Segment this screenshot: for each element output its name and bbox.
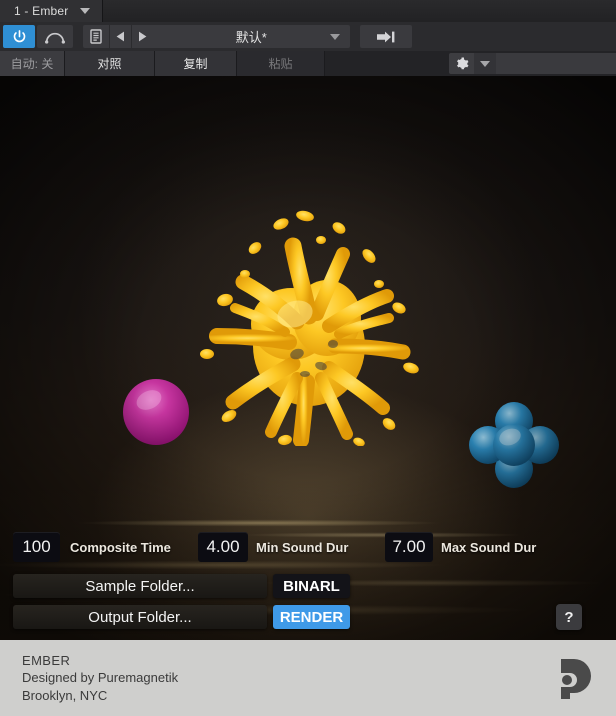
- output-folder-button[interactable]: Output Folder...: [13, 605, 267, 629]
- toolbar-gap: [73, 22, 83, 51]
- next-arrow-icon: [139, 31, 147, 42]
- next-preset-button[interactable]: [131, 25, 153, 48]
- designer-credit: Designed by Puremagnetik: [22, 670, 179, 686]
- gear-icon: [456, 57, 468, 69]
- min-sound-dur-label: Min Sound Dur: [256, 539, 349, 555]
- min-sound-dur-value[interactable]: 4.00: [198, 532, 248, 562]
- toolbar-bottom-spacer: [325, 51, 449, 76]
- render-button[interactable]: RENDER: [273, 605, 350, 629]
- chevron-down-icon: [480, 60, 490, 67]
- composite-time-value[interactable]: 100: [13, 532, 60, 562]
- skip-to-end-button[interactable]: [359, 25, 412, 48]
- plugin-instance-tab[interactable]: 1 - Ember: [0, 0, 104, 22]
- plugin-window: 1 - Ember 默认* 自动: 关 对照 复制 粘贴 100 Composi…: [0, 0, 616, 716]
- gear-button[interactable]: [449, 53, 474, 74]
- settings-menu[interactable]: [449, 53, 616, 74]
- max-sound-dur-label: Max Sound Dur: [441, 539, 537, 555]
- preset-name: 默认*: [235, 30, 267, 45]
- blue-cross-artwork: [469, 402, 559, 488]
- power-icon: [13, 30, 25, 43]
- power-button[interactable]: [3, 25, 35, 48]
- footer-bar: EMBER Designed by Puremagnetik Brooklyn,…: [0, 640, 616, 716]
- compare-button[interactable]: 对照: [65, 51, 155, 76]
- puremagnetik-logo-icon: [561, 659, 591, 699]
- skip-to-end-icon: [377, 31, 395, 42]
- document-icon: [90, 29, 102, 44]
- binaural-button[interactable]: BINARL: [273, 574, 350, 598]
- composite-time-label: Composite Time: [70, 539, 171, 555]
- paste-button[interactable]: 粘贴: [237, 51, 325, 76]
- parameter-row: 100 Composite Time 4.00 Min Sound Dur 7.…: [0, 531, 616, 563]
- settings-caret-button[interactable]: [474, 53, 496, 74]
- plugin-toolbar-top: 默认*: [0, 22, 616, 51]
- max-sound-dur-value[interactable]: 7.00: [385, 532, 433, 562]
- sample-folder-button[interactable]: Sample Folder...: [13, 574, 267, 598]
- product-name: EMBER: [22, 653, 71, 669]
- copy-button[interactable]: 复制: [155, 51, 237, 76]
- window-title-bar: 1 - Ember: [0, 0, 616, 22]
- automation-toggle-button[interactable]: 自动: 关: [0, 51, 65, 76]
- prev-preset-button[interactable]: [109, 25, 131, 48]
- pink-sphere-artwork: [123, 379, 189, 445]
- automation-curve-icon: [45, 32, 65, 44]
- chevron-down-icon[interactable]: [329, 33, 340, 40]
- toolbar-tail-gap: [419, 22, 616, 51]
- automation-curve-button[interactable]: [37, 25, 73, 48]
- splatter-artwork: [200, 210, 419, 446]
- settings-menu-field[interactable]: [496, 53, 616, 74]
- plugin-toolbar-bottom: 自动: 关 对照 复制 粘贴: [0, 51, 616, 76]
- prev-arrow-icon: [116, 31, 124, 42]
- plugin-instance-title: 1 - Ember: [14, 4, 69, 18]
- preset-selector[interactable]: 默认*: [153, 25, 350, 48]
- chevron-down-icon[interactable]: [80, 8, 91, 14]
- footer-credits: EMBER Designed by Puremagnetik Brooklyn,…: [22, 652, 178, 704]
- preset-menu-button[interactable]: [83, 25, 109, 48]
- location-credit: Brooklyn, NYC: [22, 687, 108, 703]
- help-button[interactable]: ?: [556, 604, 582, 630]
